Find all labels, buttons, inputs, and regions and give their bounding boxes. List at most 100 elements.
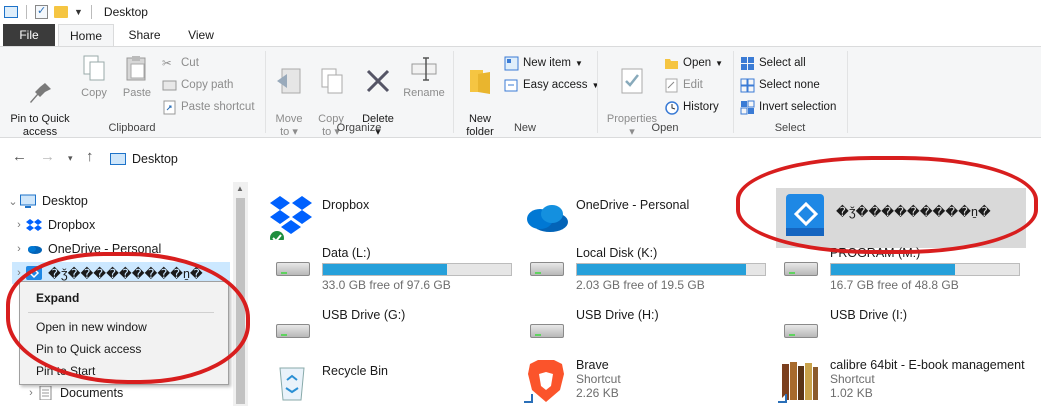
content-pane: Dropbox OneDrive - Personal �ǯ���������ṉ…	[250, 182, 1041, 406]
list-item[interactable]: Data (L:) 33.0 GB free of 97.6 GB	[268, 246, 518, 292]
properties-quick-icon[interactable]	[35, 4, 48, 19]
list-item[interactable]: USB Drive (G:)	[268, 308, 508, 352]
divider	[90, 5, 92, 19]
item-free-space: 33.0 GB free of 97.6 GB	[322, 278, 451, 292]
scrollbar-thumb[interactable]	[236, 198, 245, 404]
paste-icon	[122, 53, 152, 83]
paste-button[interactable]: Paste	[118, 53, 156, 100]
easy-access-label: Easy access	[523, 79, 588, 91]
select-label: Select	[774, 122, 806, 134]
rename-icon	[409, 53, 439, 83]
delete-x-icon	[363, 66, 393, 96]
item-size: 1.02 KB	[830, 386, 873, 400]
edit-label: Edit	[683, 79, 703, 91]
chevron-down-icon: ▼	[715, 58, 724, 68]
storage-bar	[830, 263, 1020, 276]
copy-label: Copy	[81, 87, 107, 99]
new-folder-icon	[465, 66, 495, 96]
nav-item-documents[interactable]: › Documents	[24, 382, 123, 404]
tab-file[interactable]: File	[3, 24, 55, 46]
menu-item-pin-quick-access[interactable]: Pin to Quick access	[36, 342, 141, 356]
item-name: �ǯ���������ṉ�	[836, 205, 991, 219]
chevron-right-icon[interactable]: ›	[12, 219, 26, 231]
list-item[interactable]: Dropbox	[268, 192, 508, 248]
select-all-button[interactable]: Select all	[740, 53, 806, 73]
storage-bar	[576, 263, 766, 276]
nav-item-dropbox[interactable]: › Dropbox	[12, 214, 95, 236]
drive-shape	[276, 324, 310, 338]
tab-view[interactable]: View	[176, 24, 226, 46]
copy-to-icon	[316, 66, 346, 96]
documents-icon	[38, 385, 54, 401]
copy-icon	[79, 53, 109, 83]
list-item[interactable]: calibre 64bit - E-book management Shortc…	[776, 358, 1041, 406]
scroll-up-arrow-icon[interactable]: ▲	[236, 184, 244, 193]
desktop-icon	[20, 194, 36, 208]
copy-button[interactable]: Copy	[76, 53, 112, 100]
tab-share[interactable]: Share	[117, 24, 172, 46]
address-bar[interactable]: Desktop	[106, 148, 1041, 170]
select-none-button[interactable]: Select none	[740, 75, 820, 95]
divider	[847, 51, 848, 133]
new-folder-quick-icon[interactable]	[54, 6, 68, 18]
list-item[interactable]: USB Drive (H:)	[522, 308, 762, 352]
list-item-selected[interactable]: �ǯ���������ṉ�	[776, 188, 1026, 248]
nav-item-onedrive[interactable]: › OneDrive - Personal	[12, 238, 161, 260]
storage-bar-fill	[577, 264, 747, 275]
open-folder-icon	[664, 56, 679, 71]
menu-item-pin-start[interactable]: Pin to Start	[36, 364, 95, 378]
edit-button[interactable]: Edit	[664, 75, 703, 95]
menu-item-expand[interactable]: Expand	[36, 291, 79, 305]
item-type: Shortcut	[576, 372, 621, 386]
list-item[interactable]: PROGRAM (M:) 16.7 GB free of 48.8 GB	[776, 246, 1036, 292]
list-item[interactable]: Local Disk (K:) 2.03 GB free of 19.5 GB	[522, 246, 772, 292]
item-size: 2.26 KB	[576, 386, 619, 400]
list-item[interactable]: OneDrive - Personal	[522, 192, 762, 248]
recent-locations-chevron-icon[interactable]: ▾	[68, 153, 73, 164]
desktop-icon	[110, 153, 126, 165]
open-label: Open	[683, 57, 712, 69]
item-name: OneDrive - Personal	[576, 198, 690, 212]
select-none-icon	[740, 78, 755, 93]
list-item[interactable]: USB Drive (I:)	[776, 308, 1016, 352]
recycle-bin-icon	[268, 358, 316, 406]
up-arrow-icon[interactable]: ↑	[86, 148, 94, 165]
tab-home[interactable]: Home	[58, 24, 114, 46]
open-button[interactable]: Open ▼	[664, 53, 723, 73]
chevron-right-icon[interactable]: ›	[12, 267, 26, 279]
dropbox-icon	[268, 192, 316, 245]
chevron-right-icon[interactable]: ›	[24, 387, 38, 399]
properties-icon	[617, 66, 647, 96]
scissors-icon: ✂	[162, 57, 172, 70]
rename-button[interactable]: Rename	[400, 53, 448, 100]
new-item-icon	[504, 56, 519, 71]
nav-scrollbar[interactable]: ▲	[233, 182, 248, 406]
easy-access-button[interactable]: Easy access ▼	[504, 75, 599, 95]
chevron-down-icon[interactable]: ⌄	[6, 195, 20, 208]
paste-shortcut-icon	[162, 100, 177, 115]
item-type: Shortcut	[830, 372, 875, 386]
back-arrow-icon[interactable]: ←	[12, 148, 27, 165]
menu-item-open-new-window[interactable]: Open in new window	[36, 320, 147, 334]
cut-button[interactable]: ✂ Cut	[162, 53, 199, 73]
customize-quick-access-icon[interactable]: ▼	[74, 7, 83, 17]
hard-drive-icon	[522, 246, 570, 294]
explorer-window-icon[interactable]	[4, 6, 18, 18]
usb-drive-icon	[776, 308, 824, 356]
storage-bar-fill	[831, 264, 956, 275]
invert-selection-button[interactable]: Invert selection	[740, 97, 836, 117]
organize-label: Organize	[336, 122, 382, 134]
nav-item-desktop[interactable]: ⌄ Desktop	[6, 190, 88, 212]
chevron-right-icon[interactable]: ›	[12, 243, 26, 255]
invert-selection-icon	[740, 100, 755, 115]
storage-bar-fill	[323, 264, 448, 275]
forward-arrow-icon[interactable]: →	[40, 148, 55, 165]
context-menu: Expand Open in new window Pin to Quick a…	[19, 281, 229, 385]
list-item[interactable]: Brave Shortcut 2.26 KB	[522, 358, 762, 406]
copy-path-button[interactable]: Copy path	[162, 75, 233, 95]
history-button[interactable]: History	[664, 97, 719, 117]
dropbox-icon	[26, 218, 42, 232]
list-item[interactable]: Recycle Bin	[268, 358, 508, 406]
paste-shortcut-button[interactable]: Paste shortcut	[162, 97, 255, 117]
new-item-button[interactable]: New item ▼	[504, 53, 583, 73]
